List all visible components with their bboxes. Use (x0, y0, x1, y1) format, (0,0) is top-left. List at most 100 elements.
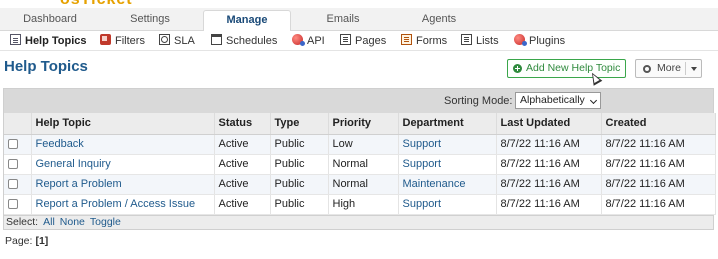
more-divider (685, 62, 686, 75)
updated-cell: 8/7/22 11:16 AM (496, 174, 602, 195)
department-link[interactable]: Support (403, 158, 442, 170)
tab-dashboard[interactable]: Dashboard (6, 10, 94, 31)
topic-link[interactable]: Report a Problem (36, 178, 122, 190)
sorting-mode-select[interactable]: Alphabetically (515, 92, 601, 109)
subnav-help-topics[interactable]: Help Topics (10, 34, 87, 49)
current-page: [1] (35, 235, 49, 247)
sorting-mode-label: Sorting Mode: (444, 95, 513, 107)
add-help-topic-label: Add New Help Topic (526, 62, 621, 74)
created-cell: 8/7/22 11:16 AM (601, 154, 716, 175)
subnav-pages-label: Pages (355, 35, 387, 47)
logo[interactable]: osTicket (60, 0, 133, 8)
table-row: General Inquiry Active Public Normal Sup… (4, 154, 716, 175)
header-department[interactable]: Department (398, 113, 497, 135)
plugins-icon (514, 34, 527, 46)
header-select (4, 113, 32, 135)
topic-link[interactable]: General Inquiry (36, 158, 111, 170)
created-cell: 8/7/22 11:16 AM (601, 134, 716, 155)
sub-nav: Help Topics Filters SLA Schedules API Pa… (0, 31, 718, 51)
row-select-cell (4, 194, 32, 215)
select-label: Select: (6, 215, 39, 228)
type-cell: Public (270, 174, 329, 195)
row-select-cell (4, 154, 32, 175)
header-last-updated[interactable]: Last Updated (496, 113, 602, 135)
caret-down-icon[interactable] (691, 67, 697, 71)
tab-agents[interactable]: Agents (396, 10, 482, 31)
row-checkbox[interactable] (8, 139, 18, 150)
plus-icon (513, 64, 522, 73)
pagination: Page: [1] (5, 235, 48, 247)
table-header-row: Help Topic Status Type Priority Departme… (4, 113, 716, 135)
tab-settings[interactable]: Settings (104, 10, 196, 31)
header-type[interactable]: Type (270, 113, 329, 135)
tab-emails[interactable]: Emails (300, 10, 386, 31)
topics-grid: Help Topic Status Type Priority Departme… (4, 113, 716, 215)
subnav-api-label: API (307, 35, 325, 47)
subnav-schedules[interactable]: Schedules (211, 34, 277, 49)
subnav-lists[interactable]: Lists (461, 34, 499, 49)
select-all-link[interactable]: All (43, 216, 55, 228)
select-none-link[interactable]: None (60, 216, 85, 228)
pages-icon (340, 34, 351, 45)
status-cell: Active (214, 134, 271, 155)
sla-icon (159, 34, 170, 45)
row-select-cell (4, 134, 32, 155)
add-help-topic-button[interactable]: Add New Help Topic (507, 59, 626, 78)
priority-cell: Normal (328, 154, 399, 175)
subnav-api[interactable]: API (292, 34, 325, 49)
priority-cell: High (328, 194, 399, 215)
department-link[interactable]: Maintenance (403, 178, 466, 190)
help-topics-table: Sorting Mode: Alphabetically Help Topic … (3, 88, 716, 230)
priority-cell: Low (328, 134, 399, 155)
pagination-label: Page: (5, 235, 33, 247)
chevron-down-icon (589, 96, 598, 105)
subnav-pages[interactable]: Pages (340, 34, 386, 49)
subnav-forms-label: Forms (416, 35, 448, 47)
subnav-schedules-label: Schedules (226, 35, 278, 47)
select-toggle-link[interactable]: Toggle (90, 216, 121, 228)
subnav-forms[interactable]: Forms (401, 34, 447, 49)
topic-link[interactable]: Feedback (36, 138, 84, 150)
type-cell: Public (270, 134, 329, 155)
subnav-sla[interactable]: SLA (159, 34, 195, 49)
sorting-mode-value: Alphabetically (520, 94, 585, 106)
department-link[interactable]: Support (403, 198, 442, 210)
subnav-sla-label: SLA (174, 35, 195, 47)
tab-manage[interactable]: Manage (203, 10, 291, 32)
priority-cell: Normal (328, 174, 399, 195)
header-created[interactable]: Created (601, 113, 716, 135)
selection-footer: Select: All None Toggle (4, 214, 713, 229)
type-cell: Public (270, 194, 329, 215)
row-checkbox[interactable] (8, 179, 18, 190)
main-nav: Dashboard Settings Manage Emails Agents (0, 8, 718, 32)
header-logo-strip: osTicket (0, 0, 718, 8)
table-row: Report a Problem Active Public Normal Ma… (4, 174, 716, 195)
document-icon (10, 34, 21, 45)
more-button[interactable]: More (635, 59, 702, 78)
status-cell: Active (214, 194, 271, 215)
department-link[interactable]: Support (403, 138, 442, 150)
type-cell: Public (270, 154, 329, 175)
filter-icon (100, 34, 111, 45)
more-label: More (657, 62, 681, 74)
header-priority[interactable]: Priority (328, 113, 399, 135)
page-title: Help Topics (4, 58, 88, 75)
subnav-filters-label: Filters (115, 35, 145, 47)
header-status[interactable]: Status (214, 113, 271, 135)
status-cell: Active (214, 174, 271, 195)
status-cell: Active (214, 154, 271, 175)
row-select-cell (4, 174, 32, 195)
subnav-plugins[interactable]: Plugins (514, 34, 565, 49)
subnav-lists-label: Lists (476, 35, 499, 47)
updated-cell: 8/7/22 11:16 AM (496, 134, 602, 155)
updated-cell: 8/7/22 11:16 AM (496, 154, 602, 175)
topic-link[interactable]: Report a Problem / Access Issue (36, 198, 196, 210)
lists-icon (461, 34, 472, 45)
row-checkbox[interactable] (8, 199, 18, 210)
created-cell: 8/7/22 11:16 AM (601, 174, 716, 195)
created-cell: 8/7/22 11:16 AM (601, 194, 716, 215)
row-checkbox[interactable] (8, 159, 18, 170)
updated-cell: 8/7/22 11:16 AM (496, 194, 602, 215)
header-help-topic[interactable]: Help Topic (31, 113, 215, 135)
subnav-filters[interactable]: Filters (100, 34, 145, 49)
